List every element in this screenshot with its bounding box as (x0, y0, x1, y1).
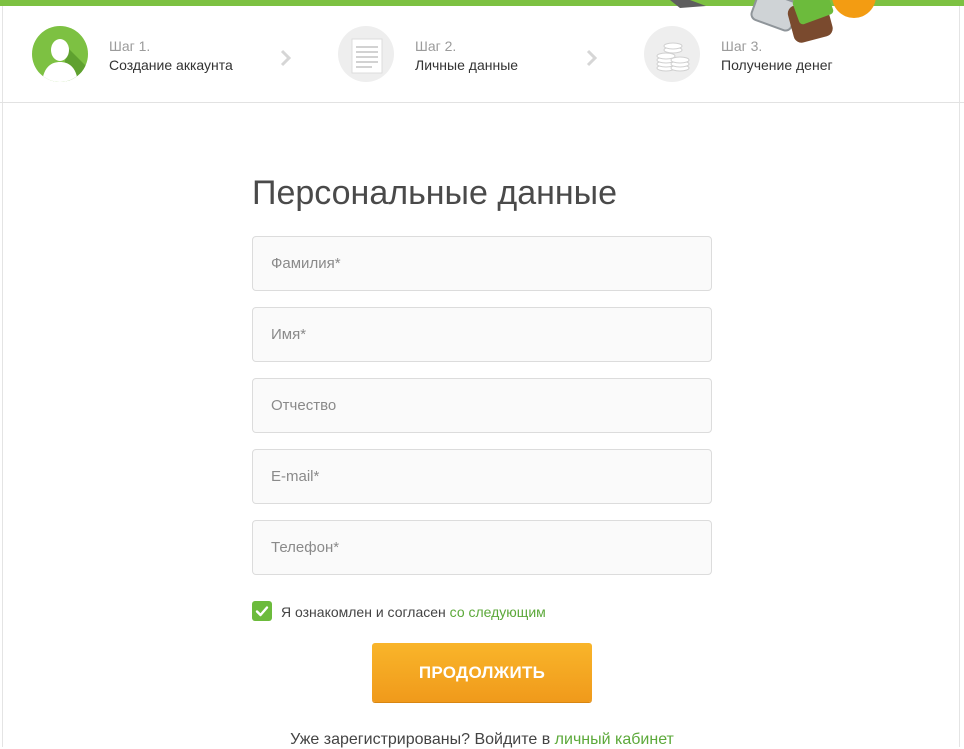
chevron-right-icon (585, 48, 599, 68)
step-3-text: Шаг 3. Получение денег (721, 37, 833, 75)
user-avatar-icon (32, 26, 88, 82)
step-title: Создание аккаунта (109, 57, 233, 73)
last-name-field[interactable] (252, 236, 712, 291)
step-number: Шаг 2. (415, 38, 457, 54)
step-title: Получение денег (721, 57, 833, 73)
step-2: Шаг 2. Личные данные (338, 26, 558, 86)
coins-icon (644, 26, 700, 82)
login-prompt: Уже зарегистрированы? Войдите в личный к… (0, 731, 964, 749)
step-number: Шаг 1. (109, 38, 151, 54)
continue-button[interactable]: ПРОДОЛЖИТЬ (372, 643, 592, 702)
step-1-text: Шаг 1. Создание аккаунта (109, 37, 233, 75)
step-title: Личные данные (415, 57, 519, 73)
step-number: Шаг 3. (721, 38, 763, 54)
content-frame (2, 6, 960, 747)
page-title: Персональные данные (252, 174, 618, 212)
step-1: Шаг 1. Создание аккаунта (32, 26, 252, 86)
chevron-right-icon (279, 48, 293, 68)
middle-name-field[interactable] (252, 378, 712, 433)
document-icon (338, 26, 394, 82)
checkmark-icon (255, 606, 269, 617)
step-2-text: Шаг 2. Личные данные (415, 37, 518, 75)
agreement-terms-link[interactable]: со следующим (450, 604, 546, 620)
agreement-text: Я ознакомлен и согласен (281, 604, 446, 620)
agreement-checkbox[interactable] (252, 601, 272, 621)
login-prompt-text: Уже зарегистрированы? Войдите в (290, 731, 551, 748)
step-3: Шаг 3. Получение денег (644, 26, 864, 86)
first-name-field[interactable] (252, 307, 712, 362)
agreement-label: Я ознакомлен и согласен со следующим (281, 604, 546, 620)
steps-header: Шаг 1. Создание аккаунта Шаг 2. Личные д… (0, 6, 964, 103)
email-field[interactable] (252, 449, 712, 504)
phone-field[interactable] (252, 520, 712, 575)
personal-account-link[interactable]: личный кабинет (555, 731, 674, 748)
